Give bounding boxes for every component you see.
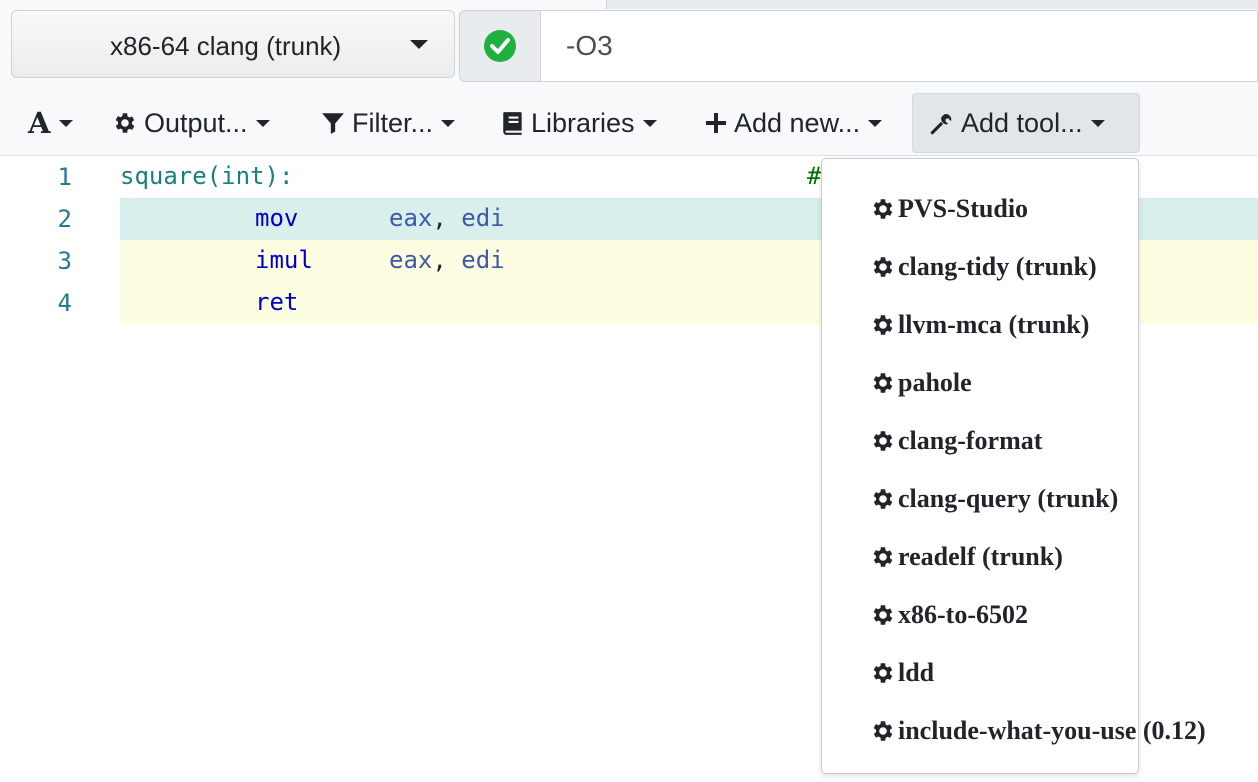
menu-item-llvm-mca[interactable]: llvm-mca (trunk) bbox=[870, 305, 1089, 345]
asm-opcode: mov bbox=[255, 204, 299, 232]
asm-opcode: ret bbox=[255, 288, 299, 316]
asm-opcode: imul bbox=[255, 246, 313, 274]
gear-icon bbox=[870, 602, 896, 628]
menu-item-label: readelf (trunk) bbox=[898, 542, 1063, 571]
menu-item-label: include-what-you-use (0.12) bbox=[898, 716, 1206, 745]
menu-item-ldd[interactable]: ldd bbox=[870, 653, 934, 693]
add-tool-menu: PVS-Studio clang-tidy (trunk) llvm-mca (… bbox=[821, 158, 1206, 774]
menu-item-readelf[interactable]: readelf (trunk) bbox=[870, 537, 1063, 577]
wrench-icon bbox=[929, 110, 955, 136]
chevron-down-icon bbox=[868, 119, 883, 127]
add-new-label: Add new... bbox=[734, 107, 861, 138]
menu-item-x86-to-6502[interactable]: x86-to-6502 bbox=[870, 595, 1028, 635]
chevron-down-icon bbox=[1090, 119, 1105, 127]
chevron-down-icon bbox=[410, 40, 428, 49]
line-number: 4 bbox=[57, 289, 72, 317]
output-label: Output... bbox=[144, 107, 248, 138]
line-number: 3 bbox=[57, 247, 72, 275]
gear-icon bbox=[870, 254, 896, 280]
menu-item-label: x86-to-6502 bbox=[898, 600, 1028, 629]
filter-button[interactable]: Filter... bbox=[316, 93, 459, 153]
compiler-options-input[interactable] bbox=[541, 10, 1258, 82]
menu-item-label: llvm-mca (trunk) bbox=[898, 310, 1090, 339]
check-circle-icon bbox=[484, 30, 516, 62]
asm-instruction: ret bbox=[255, 288, 298, 316]
menu-item-label: clang-format bbox=[898, 426, 1043, 455]
plus-icon bbox=[704, 111, 728, 135]
gear-icon bbox=[870, 312, 896, 338]
asm-operands: eax, edi bbox=[389, 246, 505, 274]
compiler-picker[interactable]: x86-64 clang (trunk) bbox=[11, 10, 455, 78]
gear-icon bbox=[870, 196, 896, 222]
menu-item-pahole[interactable]: pahole bbox=[870, 363, 972, 403]
add-new-button[interactable]: Add new... bbox=[700, 93, 886, 153]
gear-icon bbox=[870, 486, 896, 512]
filter-label: Filter... bbox=[352, 107, 434, 138]
chevron-down-icon bbox=[441, 119, 456, 127]
chevron-down-icon bbox=[642, 119, 657, 127]
font-icon: A bbox=[28, 106, 51, 140]
asm-separator: , bbox=[432, 246, 462, 274]
menu-item-include-what-you-use[interactable]: include-what-you-use (0.12) bbox=[870, 711, 1206, 751]
asm-label: square(int): bbox=[120, 162, 294, 190]
compiler-name: x86-64 clang (trunk) bbox=[110, 31, 342, 61]
asm-register: eax bbox=[389, 204, 433, 232]
menu-item-label: pahole bbox=[898, 368, 972, 397]
asm-operands: eax, edi bbox=[389, 204, 505, 232]
code-text: square(int): bbox=[120, 162, 293, 190]
asm-separator: , bbox=[432, 204, 462, 232]
gear-icon bbox=[870, 428, 896, 454]
menu-item-label: clang-query (trunk) bbox=[898, 484, 1119, 513]
menu-item-label: PVS-Studio bbox=[898, 194, 1029, 223]
asm-register: eax bbox=[389, 246, 433, 274]
menu-item-clang-format[interactable]: clang-format bbox=[870, 421, 1042, 461]
output-toolbar: A Output... Filter... Libraries Add new.… bbox=[0, 91, 1258, 156]
libraries-button[interactable]: Libraries bbox=[497, 93, 661, 153]
line-number: 1 bbox=[57, 163, 72, 191]
gear-icon bbox=[870, 544, 896, 570]
asm-comment: # bbox=[807, 162, 822, 190]
asm-instruction: imul bbox=[255, 246, 313, 274]
add-tool-button[interactable]: Add tool... bbox=[912, 93, 1140, 153]
menu-item-clang-tidy[interactable]: clang-tidy (trunk) bbox=[870, 247, 1097, 287]
libraries-label: Libraries bbox=[531, 107, 635, 138]
line-number: 2 bbox=[57, 205, 72, 233]
gear-icon bbox=[112, 110, 138, 136]
chevron-down-icon bbox=[255, 119, 270, 127]
filter-icon bbox=[320, 110, 346, 136]
font-size-button[interactable]: A bbox=[24, 93, 77, 153]
asm-register: edi bbox=[461, 246, 505, 274]
compiler-row: x86-64 clang (trunk) bbox=[0, 9, 1258, 91]
chevron-down-icon bbox=[58, 119, 73, 127]
menu-item-label: clang-tidy (trunk) bbox=[898, 252, 1097, 281]
gear-icon bbox=[870, 718, 896, 744]
output-button[interactable]: Output... bbox=[108, 93, 274, 153]
editor-tab[interactable] bbox=[0, 0, 607, 9]
gear-icon bbox=[870, 660, 896, 686]
book-icon bbox=[501, 110, 525, 136]
compile-status[interactable] bbox=[459, 10, 541, 82]
menu-item-label: ldd bbox=[898, 658, 935, 687]
menu-item-pvs-studio[interactable]: PVS-Studio bbox=[870, 189, 1028, 229]
gear-icon bbox=[870, 370, 896, 396]
asm-register: edi bbox=[461, 204, 505, 232]
asm-instruction: mov bbox=[255, 204, 298, 232]
add-tool-label: Add tool... bbox=[961, 107, 1083, 138]
menu-item-clang-query[interactable]: clang-query (trunk) bbox=[870, 479, 1118, 519]
